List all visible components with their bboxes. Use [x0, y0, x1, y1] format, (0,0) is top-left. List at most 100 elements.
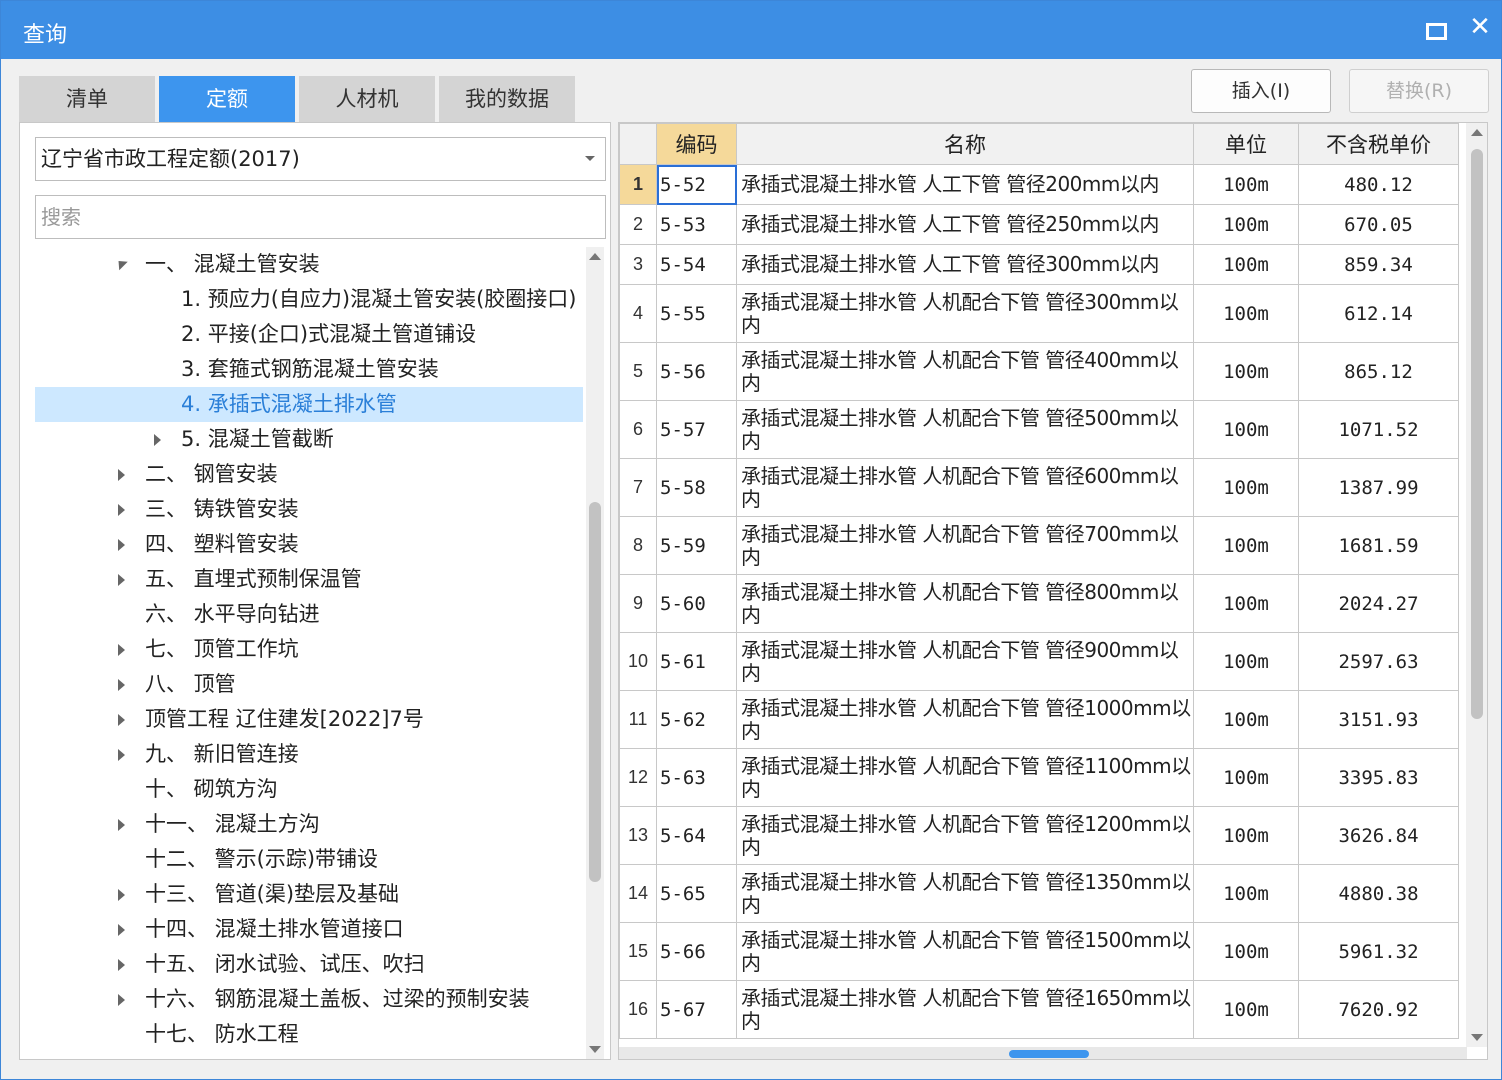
row-price[interactable]: 5961.32	[1298, 922, 1459, 981]
collapse-triangle-icon[interactable]	[115, 807, 129, 842]
table-row[interactable]: 6 5-57 承插式混凝土排水管 人机配合下管 管径500mm以内 100m 1071.…	[619, 400, 1459, 459]
collapse-triangle-icon[interactable]	[151, 422, 165, 457]
row-index[interactable]: 3	[619, 244, 657, 285]
tree-node[interactable]: 十四、 混凝土排水管道接口	[35, 912, 583, 947]
row-code[interactable]: 5-57	[656, 400, 737, 459]
tree-node[interactable]: 三、 铸铁管安装	[35, 492, 583, 527]
tree-node[interactable]: 4. 承插式混凝土排水管	[35, 387, 583, 422]
table-row[interactable]: 16 5-67 承插式混凝土排水管 人机配合下管 管径1650mm以内 100m 762…	[619, 980, 1459, 1039]
tree-node[interactable]: 八、 顶管	[35, 667, 583, 702]
row-price[interactable]: 612.14	[1298, 284, 1459, 343]
row-price[interactable]: 2597.63	[1298, 632, 1459, 691]
row-price[interactable]: 4880.38	[1298, 864, 1459, 923]
row-index[interactable]: 15	[619, 922, 657, 981]
table-row[interactable]: 13 5-64 承插式混凝土排水管 人机配合下管 管径1200mm以内 100m 362…	[619, 806, 1459, 865]
row-name[interactable]: 承插式混凝土排水管 人工下管 管径200mm以内	[736, 164, 1194, 205]
tree-node[interactable]: 十三、 管道(渠)垫层及基础	[35, 877, 583, 912]
header-price[interactable]: 不含税单价	[1298, 123, 1459, 165]
expand-triangle-icon[interactable]	[115, 247, 129, 282]
row-name[interactable]: 承插式混凝土排水管 人机配合下管 管径1200mm以内	[736, 806, 1194, 865]
tree-node[interactable]: 十、 砌筑方沟	[35, 772, 583, 807]
tree-node[interactable]: 2. 平接(企口)式混凝土管道铺设	[35, 317, 583, 352]
table-row[interactable]: 15 5-66 承插式混凝土排水管 人机配合下管 管径1500mm以内 100m 596…	[619, 922, 1459, 981]
row-name[interactable]: 承插式混凝土排水管 人机配合下管 管径300mm以内	[736, 284, 1194, 343]
header-unit[interactable]: 单位	[1193, 123, 1299, 165]
table-row[interactable]: 8 5-59 承插式混凝土排水管 人机配合下管 管径700mm以内 100m 1681.…	[619, 516, 1459, 575]
row-index[interactable]: 14	[619, 864, 657, 923]
row-name[interactable]: 承插式混凝土排水管 人工下管 管径300mm以内	[736, 244, 1194, 285]
collapse-triangle-icon[interactable]	[115, 562, 129, 597]
tab-quota[interactable]: 定额	[159, 76, 295, 122]
row-price[interactable]: 3395.83	[1298, 748, 1459, 807]
tree-node[interactable]: 十七、 防水工程	[35, 1017, 583, 1052]
row-unit[interactable]: 100m	[1193, 516, 1299, 575]
row-name[interactable]: 承插式混凝土排水管 人机配合下管 管径800mm以内	[736, 574, 1194, 633]
collapse-triangle-icon[interactable]	[115, 632, 129, 667]
tree-node[interactable]: 一、 混凝土管安装	[35, 247, 583, 282]
collapse-triangle-icon[interactable]	[115, 877, 129, 912]
scroll-down-icon[interactable]	[586, 1039, 604, 1059]
table-row[interactable]: 1 5-52 承插式混凝土排水管 人工下管 管径200mm以内 100m 480.12	[619, 164, 1459, 205]
row-price[interactable]: 2024.27	[1298, 574, 1459, 633]
row-index[interactable]: 7	[619, 458, 657, 517]
row-unit[interactable]: 100m	[1193, 632, 1299, 691]
row-price[interactable]: 1681.59	[1298, 516, 1459, 575]
row-code[interactable]: 5-54	[656, 244, 737, 285]
tree-node[interactable]: 十六、 钢筋混凝土盖板、过梁的预制安装	[35, 982, 583, 1017]
table-row[interactable]: 12 5-63 承插式混凝土排水管 人机配合下管 管径1100mm以内 100m 339…	[619, 748, 1459, 807]
row-code[interactable]: 5-56	[656, 342, 737, 401]
row-index[interactable]: 9	[619, 574, 657, 633]
table-row[interactable]: 3 5-54 承插式混凝土排水管 人工下管 管径300mm以内 100m 859.34	[619, 244, 1459, 285]
collapse-triangle-icon[interactable]	[115, 737, 129, 772]
row-price[interactable]: 3151.93	[1298, 690, 1459, 749]
row-code[interactable]: 5-52	[656, 164, 737, 205]
tree-node[interactable]: 七、 顶管工作坑	[35, 632, 583, 667]
tree-node[interactable]: 1. 预应力(自应力)混凝土管安装(胶圈接口)	[35, 282, 583, 317]
row-code[interactable]: 5-64	[656, 806, 737, 865]
row-price[interactable]: 3626.84	[1298, 806, 1459, 865]
maximize-icon[interactable]	[1423, 18, 1447, 40]
row-index[interactable]: 5	[619, 342, 657, 401]
grid-scrollbar[interactable]	[1466, 123, 1487, 1047]
tree-node[interactable]: 五、 直埋式预制保温管	[35, 562, 583, 597]
header-code[interactable]: 编码	[656, 123, 737, 165]
row-unit[interactable]: 100m	[1193, 284, 1299, 343]
row-unit[interactable]: 100m	[1193, 574, 1299, 633]
row-price[interactable]: 1387.99	[1298, 458, 1459, 517]
row-index[interactable]: 1	[619, 164, 657, 205]
row-unit[interactable]: 100m	[1193, 244, 1299, 285]
table-row[interactable]: 4 5-55 承插式混凝土排水管 人机配合下管 管径300mm以内 100m 612.1…	[619, 284, 1459, 343]
row-code[interactable]: 5-63	[656, 748, 737, 807]
row-price[interactable]: 865.12	[1298, 342, 1459, 401]
tree-node[interactable]: 十一、 混凝土方沟	[35, 807, 583, 842]
row-index[interactable]: 4	[619, 284, 657, 343]
table-row[interactable]: 14 5-65 承插式混凝土排水管 人机配合下管 管径1350mm以内 100m 488…	[619, 864, 1459, 923]
row-code[interactable]: 5-62	[656, 690, 737, 749]
row-unit[interactable]: 100m	[1193, 164, 1299, 205]
row-name[interactable]: 承插式混凝土排水管 人机配合下管 管径600mm以内	[736, 458, 1194, 517]
tree-node[interactable]: 二、 钢管安装	[35, 457, 583, 492]
collapse-triangle-icon[interactable]	[115, 912, 129, 947]
tab-bill[interactable]: 清单	[19, 76, 155, 122]
tree-node[interactable]: 四、 塑料管安装	[35, 527, 583, 562]
row-index[interactable]: 16	[619, 980, 657, 1039]
row-index[interactable]: 6	[619, 400, 657, 459]
scroll-up-icon[interactable]	[1466, 123, 1487, 143]
scroll-down-icon[interactable]	[1466, 1027, 1487, 1047]
grid-horizontal-scrollbar[interactable]	[619, 1047, 1467, 1059]
collapse-triangle-icon[interactable]	[115, 947, 129, 982]
row-price[interactable]: 670.05	[1298, 204, 1459, 245]
row-code[interactable]: 5-55	[656, 284, 737, 343]
row-unit[interactable]: 100m	[1193, 204, 1299, 245]
row-unit[interactable]: 100m	[1193, 342, 1299, 401]
row-price[interactable]: 859.34	[1298, 244, 1459, 285]
collapse-triangle-icon[interactable]	[115, 527, 129, 562]
row-code[interactable]: 5-61	[656, 632, 737, 691]
row-code[interactable]: 5-59	[656, 516, 737, 575]
row-name[interactable]: 承插式混凝土排水管 人机配合下管 管径700mm以内	[736, 516, 1194, 575]
row-unit[interactable]: 100m	[1193, 748, 1299, 807]
row-unit[interactable]: 100m	[1193, 690, 1299, 749]
row-unit[interactable]: 100m	[1193, 980, 1299, 1039]
tree-scrollbar[interactable]	[586, 247, 604, 1059]
tree-node[interactable]: 十五、 闭水试验、试压、吹扫	[35, 947, 583, 982]
